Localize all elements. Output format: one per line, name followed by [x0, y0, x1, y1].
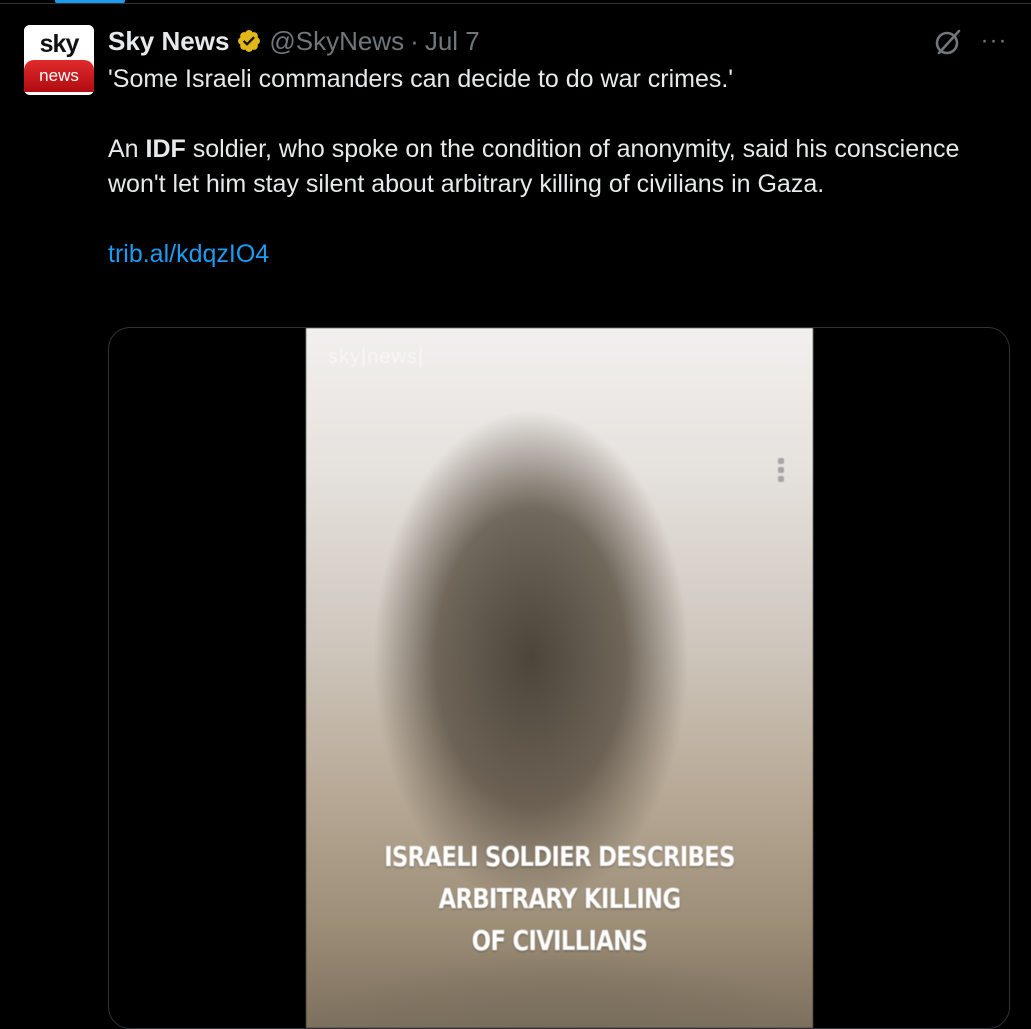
caption-line: ISRAELI SOLDIER DESCRIBES — [384, 840, 735, 873]
tab-indicator — [55, 0, 125, 3]
grok-icon[interactable] — [930, 24, 966, 60]
tweet-body: An IDF soldier, who spoke on the conditi… — [108, 132, 1008, 202]
separator-dot: · — [410, 25, 419, 56]
avatar-logo-top: sky — [24, 25, 94, 63]
caption-line: ARBITRARY KILLING — [438, 882, 681, 915]
body-prefix: An — [108, 135, 146, 163]
author-handle[interactable]: @SkyNews — [269, 26, 404, 57]
tweet-date[interactable]: Jul 7 — [425, 26, 480, 57]
author-name[interactable]: Sky News — [108, 26, 229, 57]
avatar[interactable]: sky news — [24, 25, 94, 95]
video-menu-icon[interactable] — [778, 458, 786, 484]
more-options-icon[interactable]: ··· — [976, 24, 1012, 60]
tweet-text: 'Some Israeli commanders can decide to d… — [108, 62, 1008, 272]
body-bold[interactable]: IDF — [146, 135, 186, 163]
top-divider — [0, 0, 1031, 4]
video-watermark: sky|news| — [328, 346, 425, 368]
caption-line: OF CIVILLIANS — [471, 924, 648, 957]
verified-badge-icon — [235, 27, 263, 55]
video-player[interactable]: sky|news| ISRAELI SOLDIER DESCRIBES ARBI… — [306, 328, 813, 1028]
tweet-link[interactable]: trib.al/kdqzIO4 — [108, 240, 269, 268]
body-suffix: soldier, who spoke on the condition of a… — [108, 135, 960, 198]
media-card[interactable]: sky|news| ISRAELI SOLDIER DESCRIBES ARBI… — [108, 327, 1010, 1029]
tweet-headline: 'Some Israeli commanders can decide to d… — [108, 65, 734, 93]
tweet-header: Sky News @SkyNews · Jul 7 — [108, 24, 480, 58]
video-caption: ISRAELI SOLDIER DESCRIBES ARBITRARY KILL… — [352, 836, 768, 962]
avatar-logo-bottom: news — [24, 60, 94, 92]
